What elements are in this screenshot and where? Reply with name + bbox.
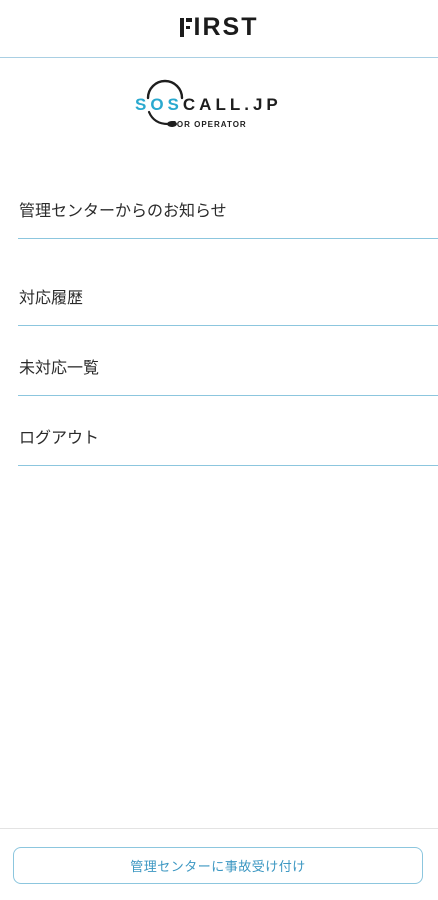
menu-item-label: 対応履歴 <box>19 288 84 307</box>
app-screen: IRST SOSCALL.JP FOR OPERATOR 管理センターからのお知… <box>0 0 438 900</box>
logo-wordmark: SOSCALL.JP <box>135 95 282 115</box>
logo-sos-text: SOS <box>135 95 183 114</box>
menu-item-logout[interactable]: ログアウト <box>18 407 438 466</box>
sos-call-logo: SOSCALL.JP FOR OPERATOR <box>133 78 313 134</box>
logo-subtitle: FOR OPERATOR <box>171 120 247 129</box>
brand-logo: IRST <box>179 13 259 42</box>
menu-item-history[interactable]: 対応履歴 <box>18 267 438 326</box>
report-accident-button-label: 管理センターに事故受け付け <box>130 860 306 875</box>
logo-call-text: CALL.JP <box>182 95 282 114</box>
menu-item-label: 未対応一覧 <box>19 358 100 377</box>
app-header: IRST <box>0 0 438 58</box>
brand-text: IRST <box>193 13 259 41</box>
menu-item-label: 管理センターからのお知らせ <box>19 201 227 220</box>
menu-item-unhandled[interactable]: 未対応一覧 <box>18 337 438 396</box>
menu-item-label: ログアウト <box>19 428 100 447</box>
report-accident-button[interactable]: 管理センターに事故受け付け <box>13 847 423 884</box>
brand-f-mark <box>179 18 192 37</box>
footer-bar: 管理センターに事故受け付け <box>0 828 438 900</box>
menu-item-notices[interactable]: 管理センターからのお知らせ <box>18 180 438 239</box>
